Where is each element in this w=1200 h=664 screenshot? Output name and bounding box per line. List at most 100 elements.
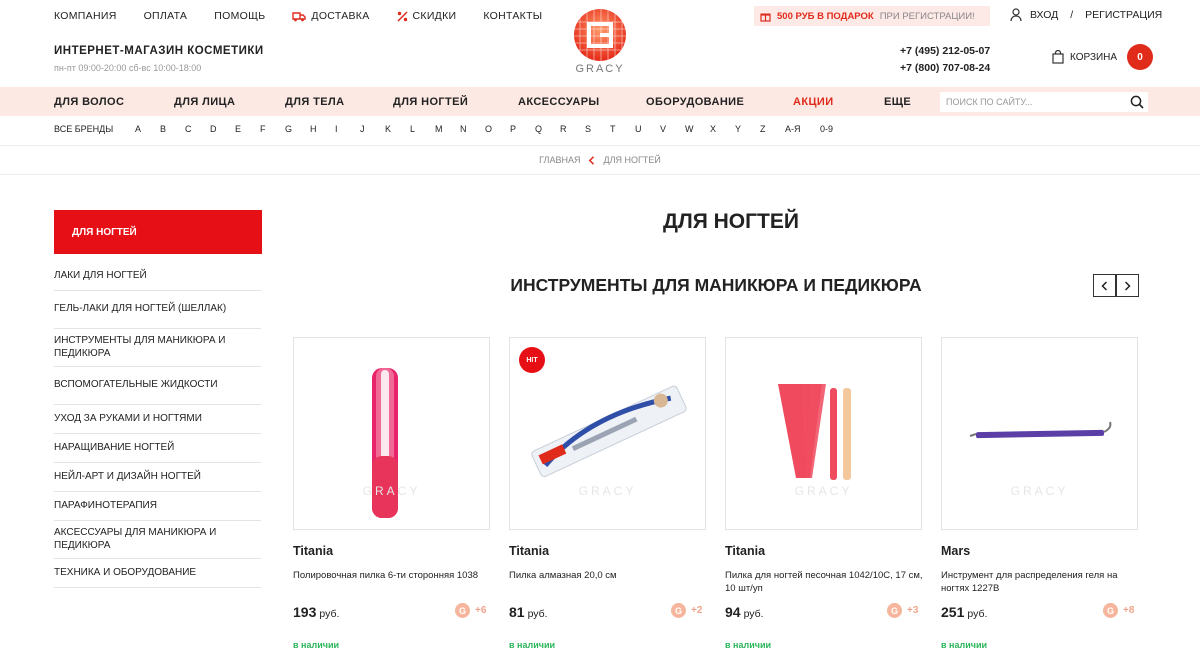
product-image[interactable]: HIT GRACY bbox=[509, 337, 706, 530]
brand-letter[interactable]: M bbox=[435, 124, 460, 134]
carousel-next-button[interactable] bbox=[1116, 274, 1139, 297]
search-icon[interactable] bbox=[1130, 95, 1144, 109]
nav-face[interactable]: ДЛЯ ЛИЦА bbox=[174, 96, 285, 108]
buffer-file-image bbox=[372, 368, 398, 518]
product-price: 193 руб. bbox=[293, 604, 340, 620]
product-name[interactable]: Пилка для ногтей песочная 1042/10С, 17 с… bbox=[725, 569, 925, 595]
phone-free[interactable]: +7 (800) 707-08-24 bbox=[900, 62, 990, 74]
top-nav-help[interactable]: ПОМОЩЬ bbox=[214, 10, 265, 22]
sidebar-item-gel-polish[interactable]: ГЕЛЬ-ЛАКИ ДЛЯ НОГТЕЙ (ШЕЛЛАК) bbox=[54, 291, 261, 329]
gracy-coin-icon: G bbox=[1103, 603, 1118, 618]
register-link[interactable]: РЕГИСТРАЦИЯ bbox=[1085, 9, 1162, 21]
brand-letter[interactable]: R bbox=[560, 124, 585, 134]
bonus-points: G +3 bbox=[887, 603, 918, 618]
brand-letter[interactable]: C bbox=[185, 124, 210, 134]
brand-letter[interactable]: S bbox=[585, 124, 610, 134]
brand-letter[interactable]: X bbox=[710, 124, 735, 134]
search-input[interactable] bbox=[946, 97, 1126, 107]
breadcrumb-home[interactable]: ГЛАВНАЯ bbox=[539, 155, 580, 165]
brand-letter[interactable]: A bbox=[135, 124, 160, 134]
truck-icon bbox=[292, 11, 307, 21]
product-image[interactable]: GRACY bbox=[293, 337, 490, 530]
main-nav: ДЛЯ ВОЛОС ДЛЯ ЛИЦА ДЛЯ ТЕЛА ДЛЯ НОГТЕЙ А… bbox=[54, 96, 911, 108]
gracy-coin-icon: G bbox=[671, 603, 686, 618]
product-price: 251 руб. bbox=[941, 604, 988, 620]
top-nav-payment[interactable]: ОПЛАТА bbox=[144, 10, 188, 22]
gel-tool-image bbox=[969, 421, 1112, 439]
registration-promo[interactable]: 500 РУБ В ПОДАРОК ПРИ РЕГИСТРАЦИИ! bbox=[754, 6, 990, 26]
product-name[interactable]: Инструмент для распределения геля на ног… bbox=[941, 569, 1141, 595]
brand-letter[interactable]: H bbox=[310, 124, 335, 134]
brand-letter-digits[interactable]: 0-9 bbox=[820, 124, 833, 134]
product-brand[interactable]: Mars bbox=[941, 544, 970, 558]
brand-letter[interactable]: N bbox=[460, 124, 485, 134]
bonus-points: G +8 bbox=[1103, 603, 1134, 618]
top-nav: КОМПАНИЯ ОПЛАТА ПОМОЩЬ ДОСТАВКА СКИДКИ К… bbox=[54, 10, 542, 22]
sidebar-item-hand-care[interactable]: УХОД ЗА РУКАМИ И НОГТЯМИ bbox=[54, 405, 261, 434]
brand-letter[interactable]: D bbox=[210, 124, 235, 134]
nav-equipment[interactable]: ОБОРУДОВАНИЕ bbox=[646, 96, 793, 108]
product-brand[interactable]: Titania bbox=[725, 544, 765, 558]
brand-letter[interactable]: K bbox=[385, 124, 410, 134]
auth-links: ВХОД / РЕГИСТРАЦИЯ bbox=[1010, 8, 1162, 22]
product-image[interactable]: GRACY bbox=[941, 337, 1138, 530]
nav-hair[interactable]: ДЛЯ ВОЛОС bbox=[54, 96, 174, 108]
sidebar-item-paraffin[interactable]: ПАРАФИНОТЕРАПИЯ bbox=[54, 492, 261, 521]
brand-letter[interactable]: G bbox=[285, 124, 310, 134]
promo-text: ПРИ РЕГИСТРАЦИИ! bbox=[879, 10, 975, 22]
sidebar-item-nail-extension[interactable]: НАРАЩИВАНИЕ НОГТЕЙ bbox=[54, 434, 261, 463]
nav-sales[interactable]: АКЦИИ bbox=[793, 96, 884, 108]
product-image[interactable]: GRACY bbox=[725, 337, 922, 530]
nav-accessories[interactable]: АКСЕССУАРЫ bbox=[518, 96, 646, 108]
brand-letter[interactable]: V bbox=[660, 124, 685, 134]
nav-body[interactable]: ДЛЯ ТЕЛА bbox=[285, 96, 393, 108]
product-name[interactable]: Полировочная пилка 6-ти сторонняя 1038 bbox=[293, 569, 493, 582]
stock-status: в наличии bbox=[941, 640, 988, 650]
sidebar-item-nail-art[interactable]: НЕЙЛ-АРТ И ДИЗАЙН НОГТЕЙ bbox=[54, 463, 261, 492]
brand-letter[interactable]: W bbox=[685, 124, 710, 134]
watermark: GRACY bbox=[794, 484, 853, 498]
promo-highlight: 500 РУБ В ПОДАРОК bbox=[777, 10, 874, 22]
sidebar-item-nail-polish[interactable]: ЛАКИ ДЛЯ НОГТЕЙ bbox=[54, 263, 261, 291]
nav-more[interactable]: ЕЩЕ bbox=[884, 96, 911, 108]
shopping-bag-icon bbox=[1052, 50, 1064, 64]
brand-letter[interactable]: E bbox=[235, 124, 260, 134]
sidebar-item-accessories[interactable]: АКСЕССУАРЫ ДЛЯ МАНИКЮРА И ПЕДИКЮРА bbox=[54, 521, 261, 559]
shop-name: ИНТЕРНЕТ-МАГАЗИН КОСМЕТИКИ bbox=[54, 45, 264, 57]
product-brand[interactable]: Titania bbox=[293, 544, 333, 558]
brand-letter[interactable]: B bbox=[160, 124, 185, 134]
brand-letter[interactable]: T bbox=[610, 124, 635, 134]
brand-letter[interactable]: O bbox=[485, 124, 510, 134]
brand-letter[interactable]: Q bbox=[535, 124, 560, 134]
sidebar-item-auxiliary-liquids[interactable]: ВСПОМОГАТЕЛЬНЫЕ ЖИДКОСТИ bbox=[54, 367, 261, 405]
sidebar-item-equipment[interactable]: ТЕХНИКА И ОБОРУДОВАНИЕ bbox=[54, 559, 261, 588]
sidebar-menu: ЛАКИ ДЛЯ НОГТЕЙ ГЕЛЬ-ЛАКИ ДЛЯ НОГТЕЙ (ШЕ… bbox=[54, 263, 261, 588]
page-title: ДЛЯ НОГТЕЙ bbox=[663, 210, 799, 233]
sidebar-item-manicure-tools[interactable]: ИНСТРУМЕНТЫ ДЛЯ МАНИКЮРА И ПЕДИКЮРА bbox=[54, 329, 261, 367]
brand-letter[interactable]: Z bbox=[760, 124, 785, 134]
top-nav-delivery[interactable]: ДОСТАВКА bbox=[292, 10, 369, 22]
top-nav-contacts[interactable]: КОНТАКТЫ bbox=[483, 10, 542, 22]
stock-status: в наличии bbox=[293, 640, 340, 650]
brand-letter[interactable]: U bbox=[635, 124, 660, 134]
login-link[interactable]: ВХОД bbox=[1030, 9, 1058, 21]
sidebar-title[interactable]: ДЛЯ НОГТЕЙ bbox=[54, 210, 262, 254]
top-nav-discounts[interactable]: СКИДКИ bbox=[397, 10, 457, 22]
brand-letter[interactable]: F bbox=[260, 124, 285, 134]
all-brands-link[interactable]: ВСЕ БРЕНДЫ bbox=[54, 124, 135, 134]
brand-letter[interactable]: P bbox=[510, 124, 535, 134]
nav-nails[interactable]: ДЛЯ НОГТЕЙ bbox=[393, 96, 518, 108]
cart-button[interactable]: КОРЗИНА 0 bbox=[1052, 44, 1154, 70]
brand-letter-cyrillic[interactable]: А-Я bbox=[785, 124, 820, 134]
product-name[interactable]: Пилка алмазная 20,0 см bbox=[509, 569, 709, 582]
gracy-coin-icon: G bbox=[887, 603, 902, 618]
gift-icon bbox=[760, 13, 771, 22]
brand-letter[interactable]: I bbox=[335, 124, 360, 134]
product-brand[interactable]: Titania bbox=[509, 544, 549, 558]
brand-letter[interactable]: J bbox=[360, 124, 385, 134]
carousel-prev-button[interactable] bbox=[1093, 274, 1116, 297]
top-nav-company[interactable]: КОМПАНИЯ bbox=[54, 10, 117, 22]
brand-letter[interactable]: Y bbox=[735, 124, 760, 134]
brand-letter[interactable]: L bbox=[410, 124, 435, 134]
phone-moscow[interactable]: +7 (495) 212-05-07 bbox=[900, 45, 990, 57]
